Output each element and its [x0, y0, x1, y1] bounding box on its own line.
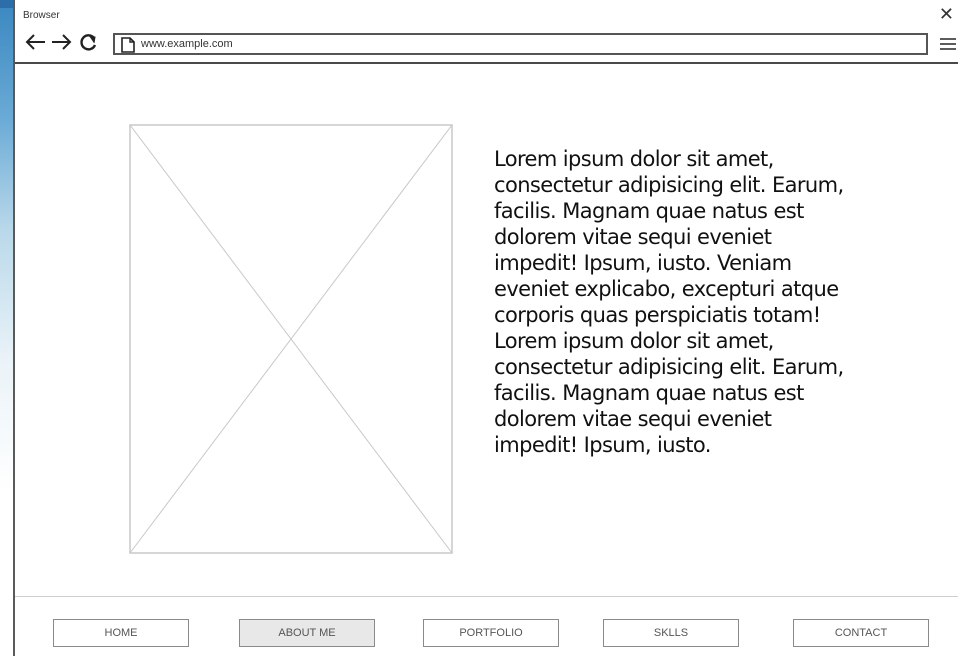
desktop-background	[0, 0, 14, 656]
reload-icon[interactable]	[78, 32, 100, 52]
page-icon	[121, 37, 135, 53]
url-text[interactable]: www.example.com	[141, 38, 233, 50]
main-text: Lorem ipsum dolor sit amet, consectetur …	[494, 146, 844, 458]
paragraph-2: Lorem ipsum dolor sit amet, consectetur …	[494, 329, 844, 457]
image-placeholder	[129, 124, 453, 554]
back-arrow-icon[interactable]	[25, 32, 47, 52]
nav-button-portfolio[interactable]: PORTFOLIO	[423, 619, 559, 647]
paragraph-1: Lorem ipsum dolor sit amet, consectetur …	[494, 147, 844, 327]
footer-nav: HOME ABOUT ME PORTFOLIO SKLLS CONTACT	[15, 596, 958, 656]
nav-button-home[interactable]: HOME	[53, 619, 189, 647]
address-bar[interactable]: www.example.com	[113, 33, 928, 55]
nav-button-about-me[interactable]: ABOUT ME	[239, 619, 375, 647]
nav-button-skills[interactable]: SKLLS	[603, 619, 739, 647]
close-icon[interactable]: ✕	[939, 6, 954, 24]
forward-arrow-icon[interactable]	[50, 32, 72, 52]
desktop-background-accent	[0, 0, 14, 8]
hamburger-menu-icon[interactable]	[939, 35, 957, 53]
window-title: Browser	[23, 10, 60, 21]
browser-window: Browser ✕ www.example.com Lorem ipsum do…	[13, 0, 958, 656]
nav-button-contact[interactable]: CONTACT	[793, 619, 929, 647]
browser-toolbar: Browser ✕ www.example.com	[15, 0, 958, 64]
